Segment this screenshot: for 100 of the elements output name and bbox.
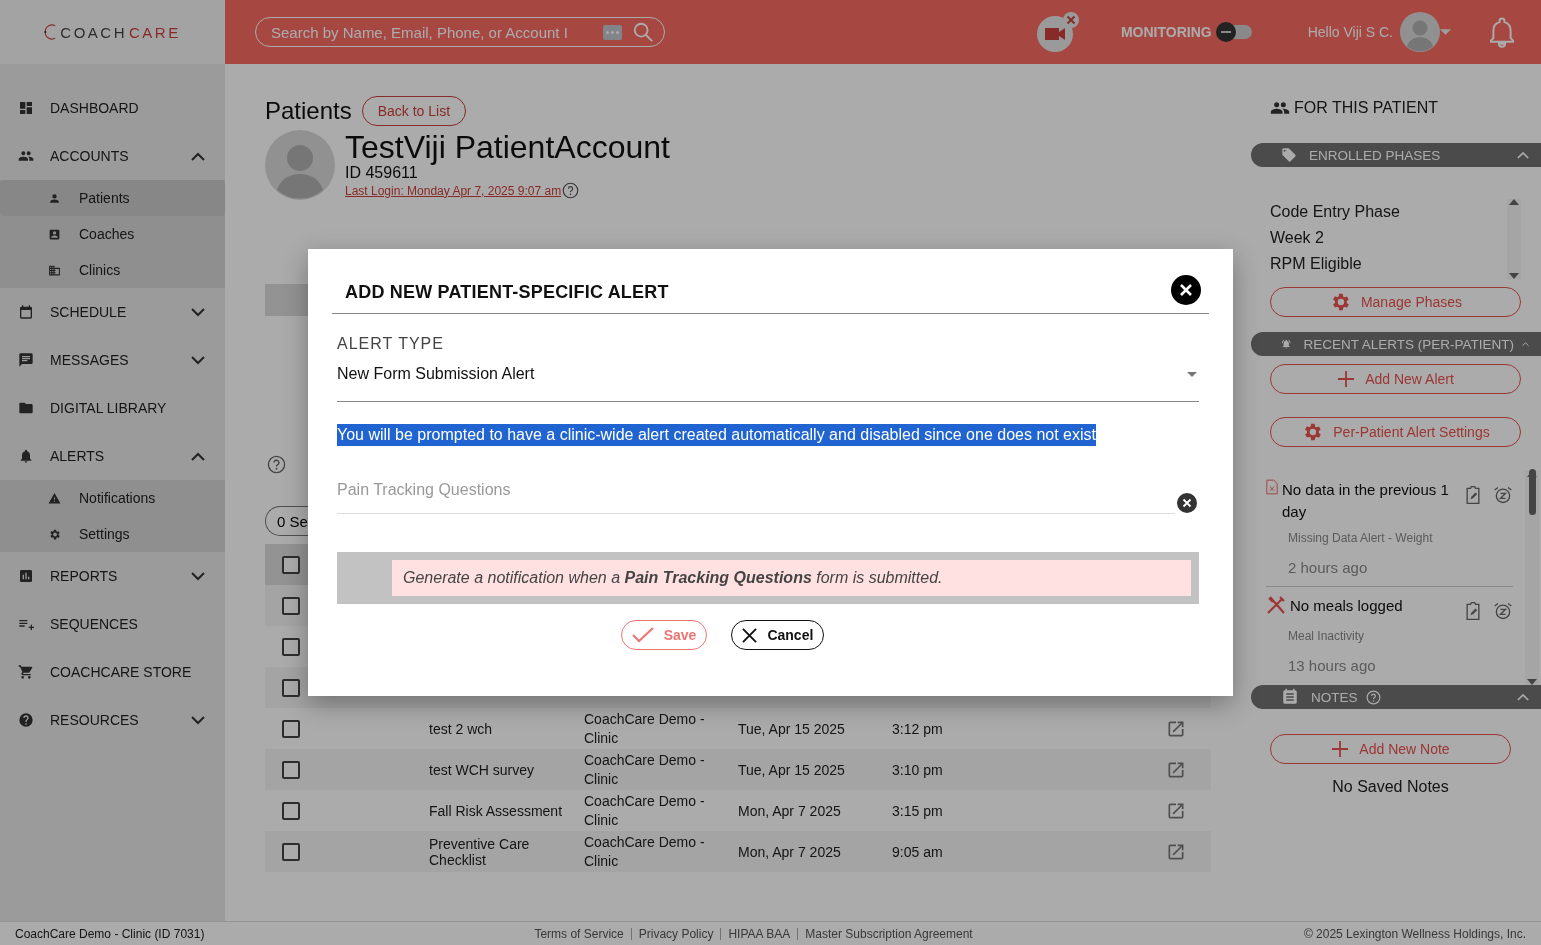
gear-icon [48,527,61,541]
snooze-alarm-icon[interactable] [1493,485,1513,505]
checkbox[interactable] [282,760,300,779]
help-icon [1365,689,1381,705]
chevron-down-icon [191,355,205,365]
tab-bar [265,284,308,316]
save-button[interactable]: Save [620,620,708,650]
id-badge-icon [48,227,61,241]
nav-item[interactable]: SCHEDULE [0,288,225,336]
alert-time: 2 hours ago [1288,559,1369,576]
table-cell-text: Mon, Apr 7 2025 [738,843,842,860]
checkbox[interactable] [282,596,300,615]
scrollbar[interactable] [1525,471,1539,685]
nav-subitem[interactable]: Settings [0,516,225,552]
footer-link[interactable]: HIPAA BAA [728,926,791,941]
nav-item[interactable]: COACHCARE STORE [0,648,225,696]
table-cell-text: CoachCare Demo - Clinic [584,750,706,789]
section-header[interactable]: ENROLLED PHASES [1251,143,1541,167]
table-cell-text: CoachCare Demo - Clinic [584,709,706,748]
chat-icon [18,352,34,368]
help-icon[interactable] [562,182,580,199]
page-title: Patients [265,97,352,125]
table-cell-text: Tue, Apr 15 2025 [738,720,846,737]
notepad-icon [1281,688,1299,706]
checkbox[interactable] [282,719,300,738]
nav-item[interactable]: MESSAGES [0,336,225,384]
phase-item: Week 2 [1270,228,1325,248]
more-icon [603,24,622,40]
info-text: Generate a notification when a Pain Tracking Questions form is submitted. [392,560,1191,596]
cart-icon [18,664,34,680]
nav-item[interactable]: ACCOUNTS [0,132,225,180]
close-button[interactable] [1171,275,1201,305]
search-icon[interactable] [632,21,654,43]
form-search-field[interactable]: Pain Tracking Questions [337,478,1175,514]
nav-subitem[interactable]: Patients [0,180,225,216]
checkbox[interactable] [282,555,300,574]
manage-phases-button[interactable]: Manage Phases [1270,287,1521,317]
chevron-up-icon [1522,340,1529,348]
close-icon [1179,283,1193,297]
nav-item[interactable]: DIGITAL LIBRARY [0,384,225,432]
document-icon [1266,479,1278,495]
selection-button[interactable]: 0 Se [265,506,308,536]
patient-avatar [265,130,335,200]
alert-type-select[interactable]: ALERT TYPE New Form Submission Alert [337,335,1199,402]
table-cell-text: 3:12 pm [892,720,944,737]
table-cell-text: 3:15 pm [892,802,944,819]
caret-icon[interactable] [1440,29,1451,35]
phase-item: RPM Eligible [1270,254,1363,274]
snooze-alarm-icon[interactable] [1493,601,1513,621]
copyright: © 2025 Lexington Wellness Holdings, Inc. [1303,926,1526,941]
chevron-up-icon [1517,693,1529,701]
monitoring-toggle[interactable] [1217,25,1252,39]
scroll-down-icon[interactable] [1509,273,1519,279]
footer-link[interactable]: Master Subscription Agreement [805,926,973,941]
cancel-button[interactable]: Cancel [731,620,825,650]
section-header[interactable]: NOTES [1251,685,1541,709]
alert-type: Missing Data Alert - Weight [1288,531,1434,545]
alert-settings-button[interactable]: Per-Patient Alert Settings [1270,417,1521,447]
back-to-list-button[interactable]: Back to List [361,96,467,126]
user-greeting: Hello Viji S C. [1307,24,1393,40]
nav-item[interactable]: DASHBOARD [0,84,225,132]
checkbox[interactable] [282,678,300,697]
bar-chart-icon [18,568,34,584]
bell-icon[interactable] [1487,16,1517,48]
nav-subitem[interactable]: Clinics [0,252,225,288]
building-icon [48,263,61,277]
add-note-button[interactable]: Add New Note [1270,734,1511,764]
checkbox[interactable] [282,842,300,861]
help-icon[interactable] [267,455,286,474]
monitoring-label: MONITORING [1120,24,1212,40]
nav-subitem[interactable]: Coaches [0,216,225,252]
checkbox[interactable] [282,801,300,820]
section-title: NOTES [1311,689,1358,705]
nav-item[interactable]: RESOURCES [0,696,225,744]
add-alert-button[interactable]: Add New Alert [1270,364,1521,394]
section-title: ENROLLED PHASES [1309,147,1441,163]
nav-item[interactable]: ALERTS [0,432,225,480]
checkbox[interactable] [282,637,300,656]
section-title: RECENT ALERTS (PER-PATIENT) [1303,336,1514,352]
nav-subitem[interactable]: Notifications [0,480,225,516]
section-header[interactable]: RECENT ALERTS (PER-PATIENT) [1251,332,1541,356]
chevron-up-icon [191,151,205,161]
footer-link[interactable]: Privacy Policy [638,926,714,941]
alert-type: Meal Inactivity [1288,629,1366,643]
dropdown-arrow-icon [1187,371,1197,377]
last-login-link[interactable]: Last Login: Monday Apr 7, 2025 9:07 am [345,183,562,198]
scroll-up-icon[interactable] [1509,199,1519,205]
bell-icon [18,448,34,464]
close-icon [742,627,758,643]
table-cell-text: CoachCare Demo - Clinic [584,791,706,830]
nav-item[interactable]: SEQUENCES [0,600,225,648]
nav-item[interactable]: REPORTS [0,552,225,600]
dialog-title: ADD NEW PATIENT-SPECIFIC ALERT [345,281,669,303]
patient-id: ID 459611 [345,164,418,182]
chevron-up-icon [191,451,205,461]
clear-button[interactable] [1177,493,1197,513]
people-icon [18,148,34,164]
scrollbar[interactable] [1507,199,1521,279]
scrollbar-thumb[interactable] [1528,469,1536,515]
footer-link[interactable]: Terms of Service [534,926,624,941]
